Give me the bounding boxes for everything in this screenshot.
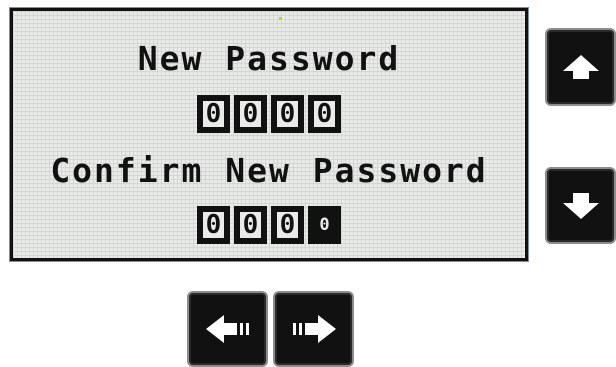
- password-digit[interactable]: 0: [271, 95, 304, 133]
- right-button[interactable]: [273, 291, 354, 367]
- confirm-password-label: Confirm New Password: [50, 151, 488, 190]
- device-panel: New Password 0 0 0 0 Confirm New Passwor…: [0, 0, 616, 367]
- confirm-digit[interactable]: 0: [271, 206, 304, 244]
- cursor-marker: [279, 17, 282, 20]
- left-button[interactable]: [187, 291, 268, 367]
- lcd-screen: New Password 0 0 0 0 Confirm New Passwor…: [10, 8, 528, 261]
- password-digit[interactable]: 0: [308, 95, 341, 133]
- confirm-digit-value: 0: [275, 210, 300, 240]
- confirm-digit[interactable]: 0: [234, 206, 267, 244]
- confirm-digit-value: 0: [238, 210, 263, 240]
- down-button[interactable]: [545, 167, 616, 244]
- password-digit[interactable]: 0: [197, 95, 230, 133]
- confirm-password-field[interactable]: 0 0 0 0: [13, 206, 525, 244]
- up-button[interactable]: [545, 28, 616, 106]
- password-digit-value: 0: [275, 99, 300, 129]
- password-digit-value: 0: [238, 99, 263, 129]
- confirm-digit[interactable]: 0: [197, 206, 230, 244]
- password-digit-value: 0: [201, 99, 226, 129]
- arrow-right-icon: [292, 315, 336, 343]
- confirm-digit-value: 0: [312, 210, 337, 240]
- confirm-digit-selected[interactable]: 0: [308, 206, 341, 244]
- confirm-digit-value: 0: [201, 210, 226, 240]
- new-password-field[interactable]: 0 0 0 0: [13, 95, 525, 133]
- arrow-down-icon: [562, 192, 599, 219]
- arrow-up-icon: [562, 55, 599, 79]
- new-password-label: New Password: [137, 39, 401, 78]
- arrow-left-icon: [205, 315, 249, 343]
- password-digit-value: 0: [312, 99, 337, 129]
- password-digit[interactable]: 0: [234, 95, 267, 133]
